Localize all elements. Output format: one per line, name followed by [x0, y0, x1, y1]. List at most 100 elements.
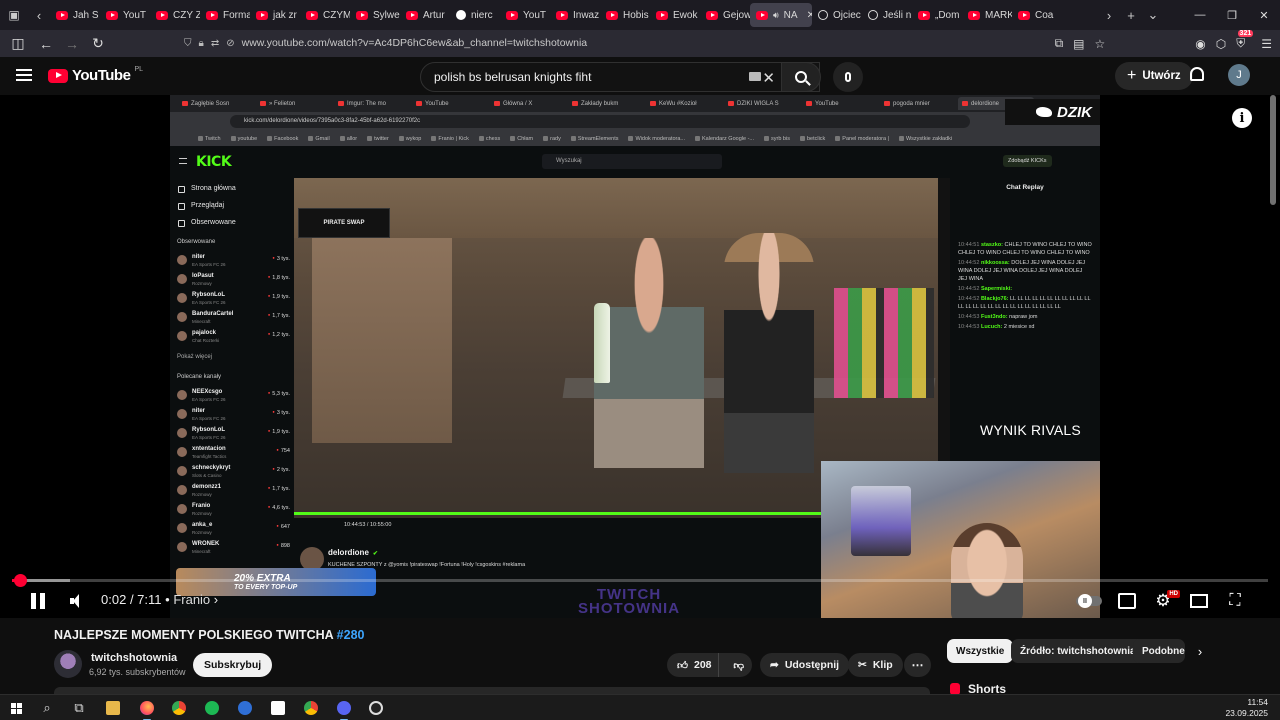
browser-tab[interactable]: 🔊︎ NA ✕ — [750, 3, 812, 27]
speaker-icon[interactable]: 🔊︎ — [773, 10, 779, 21]
spotify-icon[interactable] — [203, 699, 221, 717]
browser-tab[interactable]: Forma — [200, 3, 250, 27]
inner-tab-favicon — [572, 101, 578, 106]
system-clock[interactable]: 11:54 23.09.2025 — [1225, 697, 1268, 719]
tab-list-icon[interactable]: ⌄ — [1142, 7, 1164, 23]
forward-icon[interactable]: → — [60, 32, 84, 56]
kick-channel-game: EA Sports FC 26 — [192, 262, 226, 267]
browser-tab[interactable]: „Dom — [912, 3, 962, 27]
app-menu-icon[interactable]: ☰ — [1261, 37, 1272, 51]
browser-tab[interactable]: Jeśli n — [862, 3, 912, 27]
sidebar-toggle-icon[interactable]: ◫ — [6, 32, 30, 56]
progress-bar[interactable] — [12, 574, 1268, 587]
minimize-icon[interactable]: — — [1184, 0, 1216, 30]
tab-overview-icon[interactable]: ▣ — [0, 0, 28, 30]
account-icon[interactable]: ◉ — [1195, 37, 1205, 51]
cork-board — [312, 238, 452, 443]
chips-next-icon[interactable]: › — [1190, 641, 1210, 661]
notifications-bell-icon[interactable] — [1190, 67, 1204, 81]
browser-tab[interactable]: YouT — [500, 3, 550, 27]
pause-button[interactable] — [30, 593, 46, 609]
scroll-tabs-left-icon[interactable]: ‹ — [28, 8, 50, 23]
permissions-icon[interactable]: ⇄ — [211, 38, 219, 49]
share-button[interactable]: ➦ Udostępnij — [760, 653, 850, 677]
chip-all[interactable]: Wszystkie — [947, 639, 1014, 663]
subscribe-button[interactable]: Subskrybuj — [193, 653, 273, 677]
page-scrollbar[interactable] — [1270, 95, 1276, 205]
kick-app-icon[interactable] — [269, 699, 287, 717]
chip-source-channel[interactable]: Źródło: twitchshotownia — [1011, 639, 1145, 663]
menu-icon[interactable] — [16, 69, 32, 81]
picture-in-picture-icon[interactable]: ⧉ — [1055, 36, 1064, 51]
browser-tab[interactable]: YouT — [100, 3, 150, 27]
browser-tab[interactable]: Gejow — [700, 3, 750, 27]
channel-name[interactable]: twitchshotownia — [91, 652, 177, 664]
obs-icon[interactable] — [367, 699, 385, 717]
taskbar-search-icon[interactable]: ⌕ — [38, 699, 56, 717]
keyboard-icon[interactable] — [749, 72, 761, 81]
url-bar[interactable]: ⛉ 🔒︎ ⇄ ⊘ www.youtube.com/watch?v=Ac4DP6h… — [176, 32, 1104, 54]
browser-tab[interactable]: Ewok — [650, 3, 700, 27]
close-window-icon[interactable]: ✕ — [1248, 0, 1280, 30]
start-button[interactable] — [7, 699, 25, 717]
shield-icon[interactable]: ⛉ — [184, 38, 192, 49]
search-input[interactable]: polish bs belrusan knights fiht ✕ — [420, 62, 820, 92]
subtitles-icon[interactable] — [1118, 592, 1136, 610]
settings-gear-icon[interactable]: ⚙ HD — [1154, 590, 1180, 610]
autoplay-blocked-icon[interactable]: ⊘ — [226, 38, 234, 49]
browser-tab[interactable]: Ojciec — [812, 3, 862, 27]
fullscreen-icon[interactable]: ⛶ — [1226, 592, 1244, 610]
clear-search-icon[interactable]: ✕ — [762, 69, 775, 87]
browser-tab[interactable]: Sylwe — [350, 3, 400, 27]
task-view-icon[interactable]: ⧉ — [70, 699, 88, 717]
avatar[interactable]: J — [1228, 64, 1250, 86]
inner-tab-label: delordione — [971, 100, 1000, 107]
voice-search-button[interactable] — [833, 62, 863, 92]
bookmark-star-icon[interactable]: ☆ — [1094, 37, 1105, 51]
new-tab-icon[interactable]: + — [1120, 8, 1142, 23]
chat-user: Sapermiski: — [980, 286, 1013, 292]
browser-tab-label: Jah S — [73, 9, 99, 21]
restore-icon[interactable]: ❐ — [1216, 0, 1248, 30]
dislike-button[interactable]: 👎︎ — [725, 659, 752, 672]
browser-tab[interactable]: Coa — [1012, 3, 1062, 27]
browser-tab[interactable]: Artur — [400, 3, 450, 27]
scroll-tabs-right-icon[interactable]: › — [1098, 8, 1120, 23]
browser-tab[interactable]: nierc — [450, 3, 500, 27]
ublock-extension-icon[interactable]: ⛨ 321 — [1236, 30, 1254, 51]
discord-icon[interactable] — [335, 699, 353, 720]
chapter-title[interactable]: Franio — [173, 592, 210, 607]
browser-tab[interactable]: jak zr — [250, 3, 300, 27]
browser-tab[interactable]: Inwaz — [550, 3, 600, 27]
clip-button[interactable]: ✂ Klip — [848, 653, 903, 677]
create-button[interactable]: + Utwórz — [1115, 62, 1193, 90]
firefox-icon[interactable] — [138, 699, 156, 720]
browser-tab[interactable]: CZY Z — [150, 3, 200, 27]
lock-icon[interactable]: 🔒︎ — [199, 38, 204, 49]
app-blue-icon[interactable] — [236, 699, 254, 717]
browser-tab[interactable]: CZYM — [300, 3, 350, 27]
video-player[interactable]: Zagłębie Sosn » Felieton Imgur: The mo YouT… — [0, 95, 1280, 618]
info-icon[interactable]: i — [1232, 108, 1252, 128]
extensions-icon[interactable]: ⬡ — [1216, 37, 1226, 51]
back-icon[interactable]: ← — [34, 32, 58, 56]
theater-mode-icon[interactable] — [1190, 592, 1208, 610]
browser-tab[interactable]: Jah S — [50, 3, 100, 27]
more-actions-button[interactable]: ⋯ — [904, 653, 931, 677]
browser-tab[interactable]: Hobis — [600, 3, 650, 27]
video-hashtag[interactable]: #280 — [337, 628, 365, 642]
file-explorer-icon[interactable] — [104, 699, 122, 717]
like-button[interactable]: 👍︎ 208 — [667, 653, 720, 677]
chrome-profile-icon[interactable] — [302, 699, 320, 717]
description-box[interactable] — [54, 687, 930, 694]
volume-icon[interactable] — [70, 594, 84, 608]
youtube-logo[interactable]: YouTube PL — [48, 66, 143, 84]
search-button[interactable] — [781, 62, 821, 92]
channel-avatar[interactable] — [54, 650, 82, 678]
autoplay-toggle[interactable] — [1074, 592, 1104, 610]
chip-related[interactable]: Podobne — [1133, 639, 1185, 663]
reload-icon[interactable]: ↻ — [86, 32, 110, 56]
chrome-icon[interactable] — [170, 699, 188, 717]
reader-view-icon[interactable]: ▤ — [1073, 37, 1084, 51]
browser-tab[interactable]: MARK — [962, 3, 1012, 27]
